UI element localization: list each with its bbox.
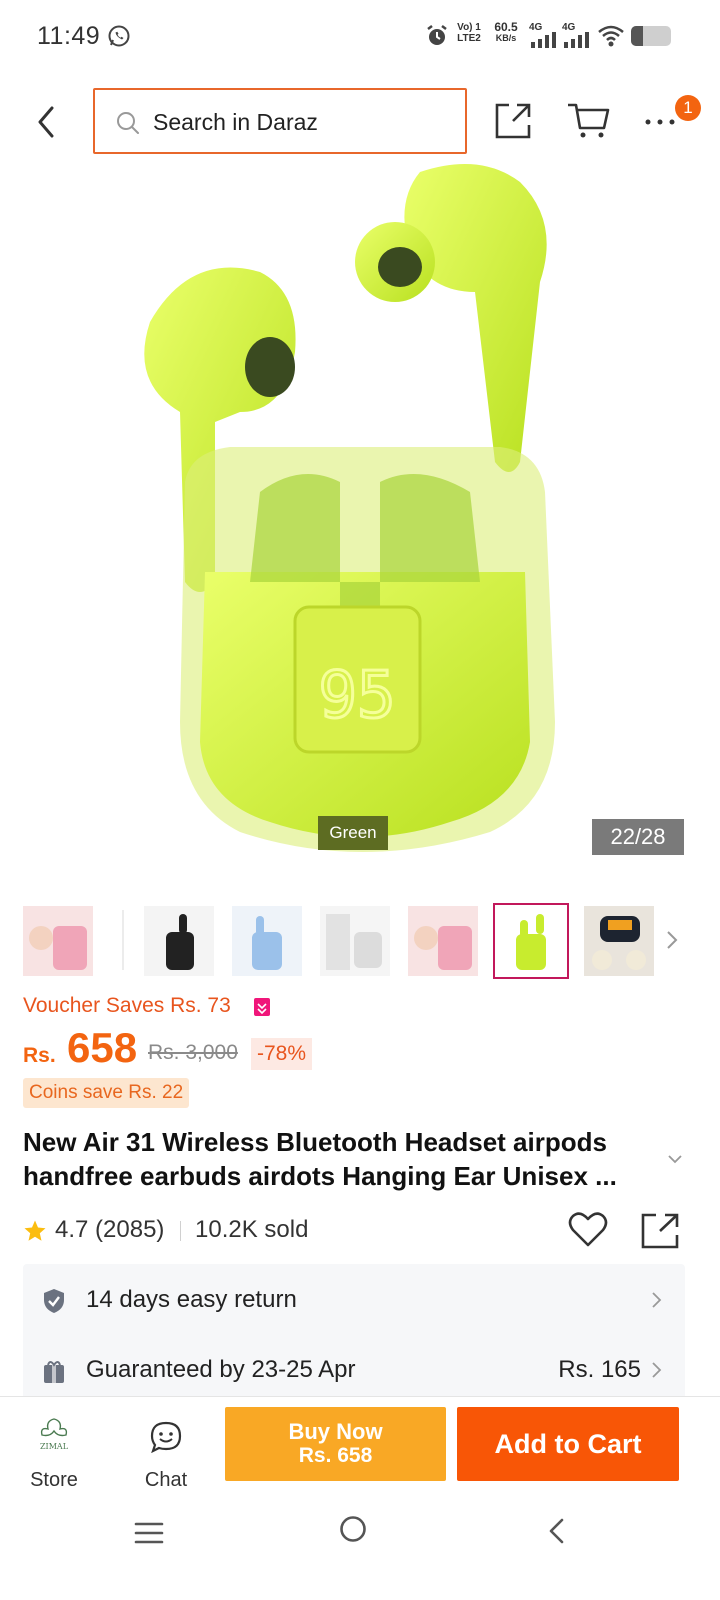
search-placeholder: Search in Daraz [153,109,318,135]
thumbnail[interactable] [144,906,214,976]
share-icon[interactable] [640,1212,680,1250]
back-arrow-icon[interactable] [28,100,64,144]
thumbnail[interactable] [584,906,654,976]
buy-now-label: Buy Now [288,1419,383,1444]
system-navigation-bar [0,1500,720,1600]
chat-icon [150,1421,182,1453]
bottom-action-bar: ZIMAL Store Chat Buy Now Rs. 658 Add to … [0,1396,720,1500]
buy-now-button[interactable]: Buy Now Rs. 658 [225,1407,446,1481]
price: 658 [67,1024,138,1071]
battery-level [631,26,643,46]
earbuds-illustration: 95 [144,164,555,852]
status-icons: Vo) 1 LTE2 60.5 KB/s 4G 4G [425,20,675,52]
chat-button[interactable]: Chat [126,1415,206,1495]
thumbnail-strip [0,900,720,980]
price-currency: Rs. [23,1044,56,1067]
battery-icon [631,26,671,46]
color-label: Green [318,816,388,850]
cart-icon[interactable] [566,100,610,140]
status-bar: 11:49 Vo) 1 LTE2 60.5 KB/s 4G 4G [0,0,720,72]
recent-apps-icon[interactable] [133,1520,165,1546]
chevron-right-icon [652,1292,662,1308]
delivery-box-icon [44,1361,64,1383]
add-to-cart-button[interactable]: Add to Cart [457,1407,679,1481]
voucher-icon [254,998,270,1016]
lte2-label: LTE2 [457,33,481,44]
case-display: 95 [318,659,395,733]
thumbnail-selected[interactable] [493,903,569,979]
alarm-icon [427,25,447,45]
rating-summary[interactable]: 4.7 (2085) [55,1216,164,1244]
speed-indicator: 60.5 KB/s [491,20,521,44]
chat-label: Chat [144,1469,188,1491]
back-icon[interactable] [545,1516,567,1546]
original-price: Rs. 3,000 [148,1041,238,1064]
buy-now-price: Rs. 658 [298,1444,373,1467]
thumbnail[interactable] [232,906,302,976]
store-button[interactable]: ZIMAL Store [14,1415,94,1495]
discount-badge: -78% [251,1038,313,1070]
home-icon[interactable] [338,1514,368,1544]
chevron-right-icon[interactable] [662,926,682,954]
wifi-icon [598,25,624,47]
chevron-down-icon[interactable] [664,1150,686,1168]
notification-badge: 1 [675,95,701,121]
signal-1: 4G [529,22,559,50]
divider [180,1221,181,1241]
product-title: New Air 31 Wireless Bluetooth Headset ai… [23,1127,617,1191]
speed-unit: KB/s [495,33,517,43]
service-info-box: 14 days easy return Guaranteed by 23-25 … [23,1264,685,1404]
thumbnail[interactable] [23,906,93,976]
return-policy-text: 14 days easy return [86,1286,297,1313]
star-icon [24,1220,46,1241]
search-input[interactable]: Search in Daraz [93,88,467,154]
store-logo-text: ZIMAL [40,1442,69,1451]
shield-check-icon [44,1289,64,1313]
voucher-text[interactable]: Voucher Saves Rs. 73 [23,994,231,1018]
search-icon [117,112,139,134]
return-policy-row[interactable]: 14 days easy return [23,1266,685,1334]
signal-2: 4G [562,22,592,50]
volte-indicator: Vo) 1 LTE2 [455,22,483,44]
wishlist-heart-icon[interactable] [568,1212,608,1248]
delivery-fee: Rs. 165 [558,1356,641,1383]
share-icon[interactable] [493,100,533,140]
more-options-icon[interactable] [643,108,679,132]
volte-label: Vo) 1 [457,22,481,33]
signal-bars-icon [564,32,589,48]
image-counter: 22/28 [592,819,684,855]
signal-bars-icon [531,32,556,48]
delivery-row[interactable]: Guaranteed by 23-25 Apr Rs. 165 [23,1336,685,1404]
delivery-text: Guaranteed by 23-25 Apr [86,1356,356,1383]
coins-badge: Coins save Rs. 22 [23,1078,190,1108]
thumbnail[interactable] [320,906,390,976]
speed-value: 60.5 [494,20,518,34]
thumbnail-divider [122,910,124,970]
store-logo-icon: ZIMAL [40,1418,69,1451]
product-image[interactable]: 95 [0,162,720,884]
thumbnail[interactable] [408,906,478,976]
chevron-right-icon [652,1362,662,1378]
whatsapp-icon [108,25,130,47]
store-label: Store [30,1469,78,1491]
sold-count: 10.2K sold [195,1216,309,1243]
status-time: 11:49 [37,22,101,50]
